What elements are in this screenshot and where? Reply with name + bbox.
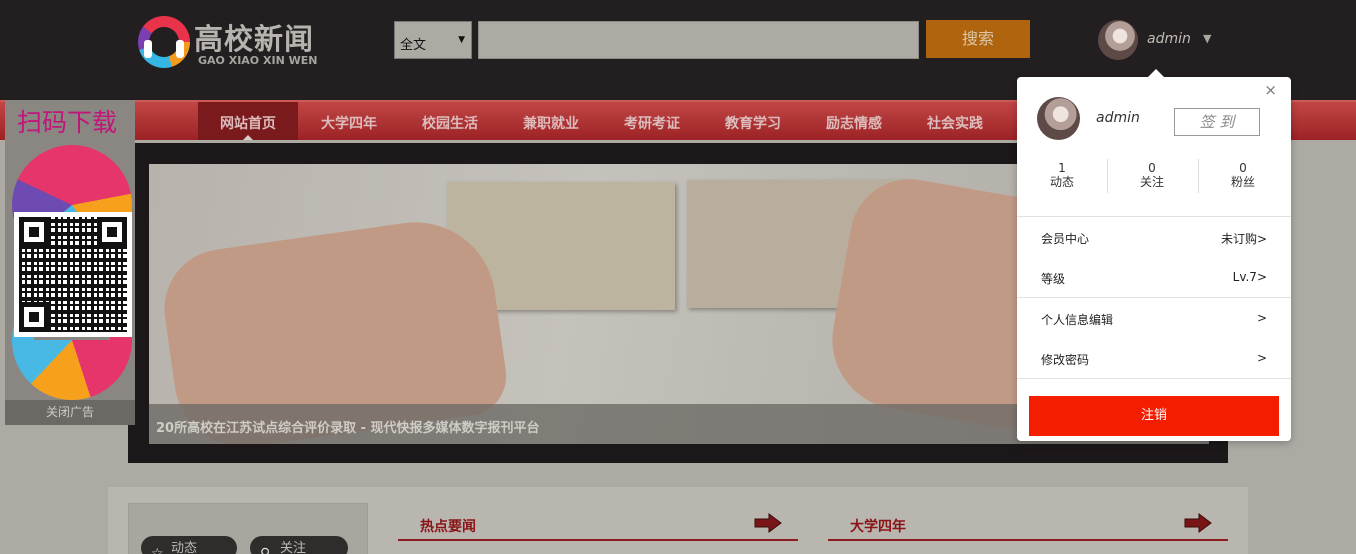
sign-in-button[interactable]: 签 到 <box>1174 108 1260 136</box>
edit-profile-link[interactable]: 个人信息编辑 > <box>1041 311 1267 331</box>
ad-title: 扫码下载 <box>17 108 118 137</box>
nav-item-home[interactable]: 网站首页 <box>198 102 298 140</box>
nav-item-four-years[interactable]: 大学四年 <box>299 102 399 140</box>
chevron-down-icon[interactable]: ▼ <box>1203 32 1211 45</box>
stat-dynamic[interactable]: 1 动态 <box>1017 161 1107 189</box>
avatar[interactable] <box>1098 20 1138 60</box>
section-hot-news: 热点要闻 <box>398 511 798 541</box>
level-value: Lv.7> <box>1232 270 1267 284</box>
close-ad-button[interactable]: 关闭广告 <box>5 400 135 425</box>
stat-fans[interactable]: 0 粉丝 <box>1198 161 1288 189</box>
avatar[interactable] <box>1037 97 1080 140</box>
site-logo[interactable]: 高校新闻 GAO XIAO XIN WEN <box>138 14 338 74</box>
user-menu[interactable]: admin ▼ <box>1098 20 1228 60</box>
stat-following[interactable]: 0 关注 <box>1107 161 1197 189</box>
dynamic-button[interactable]: ☆ 动态 <box>141 536 237 554</box>
nav-item-campus-life[interactable]: 校园生活 <box>400 102 500 140</box>
arrow-right-icon[interactable] <box>1184 513 1212 533</box>
nav-item-social-practice[interactable]: 社会实践 <box>905 102 1005 140</box>
close-icon[interactable]: × <box>1264 81 1277 99</box>
section-title: 热点要闻 <box>420 519 476 535</box>
chevron-down-icon: ▼ <box>458 35 465 45</box>
change-password-link[interactable]: 修改密码 > <box>1041 351 1267 371</box>
logo-title: 高校新闻 <box>194 22 315 56</box>
member-center-link[interactable]: 会员中心 未订购> <box>1041 230 1267 250</box>
search-input[interactable] <box>478 21 919 59</box>
user-popup: × admin 签 到 1 动态 0 关注 0 粉丝 会员中心 未订购> 等级 … <box>1017 69 1291 441</box>
section-four-years: 大学四年 <box>828 511 1228 541</box>
qr-ad: 扫码下载 关闭广告 <box>5 100 135 425</box>
nav-item-exams[interactable]: 考研考证 <box>602 102 702 140</box>
search-scope-value: 全文 <box>400 38 427 53</box>
arrow-right-icon[interactable] <box>754 513 782 533</box>
nav-item-jobs[interactable]: 兼职就业 <box>501 102 601 140</box>
search-button[interactable]: 搜索 <box>926 20 1030 58</box>
user-panel: ☆ 动态 ♀ 关注 <box>128 503 368 554</box>
ad-logo <box>10 145 134 405</box>
logout-button[interactable]: 注销 <box>1029 396 1279 436</box>
star-icon: ☆ <box>151 546 164 554</box>
nav-item-education[interactable]: 教育学习 <box>703 102 803 140</box>
banner-caption[interactable]: 20所高校在江苏试点综合评价录取 - 现代快报多媒体数字报刊平台 <box>156 417 540 436</box>
logo-subtitle: GAO XIAO XIN WEN <box>198 54 318 67</box>
nav-item-inspiration[interactable]: 励志情感 <box>804 102 904 140</box>
member-status: 未订购> <box>1220 232 1267 246</box>
follow-button[interactable]: ♀ 关注 <box>250 536 348 554</box>
search-scope-select[interactable]: 全文 ▼ <box>394 21 472 59</box>
user-icon: ♀ <box>260 546 271 554</box>
username[interactable]: admin <box>1147 31 1191 47</box>
dynamic-label: 动态 <box>171 541 198 554</box>
headphones-logo-icon <box>138 16 190 68</box>
chevron-right-icon: > <box>1256 311 1267 325</box>
content-area: ☆ 动态 ♀ 关注 热点要闻 大学四年 <box>108 487 1248 554</box>
level-link[interactable]: 等级 Lv.7> <box>1041 270 1267 290</box>
follow-label: 关注 <box>280 541 307 554</box>
qr-code <box>14 212 132 337</box>
popup-username: admin <box>1096 110 1140 126</box>
section-title: 大学四年 <box>850 519 906 535</box>
chevron-right-icon: > <box>1256 351 1267 365</box>
